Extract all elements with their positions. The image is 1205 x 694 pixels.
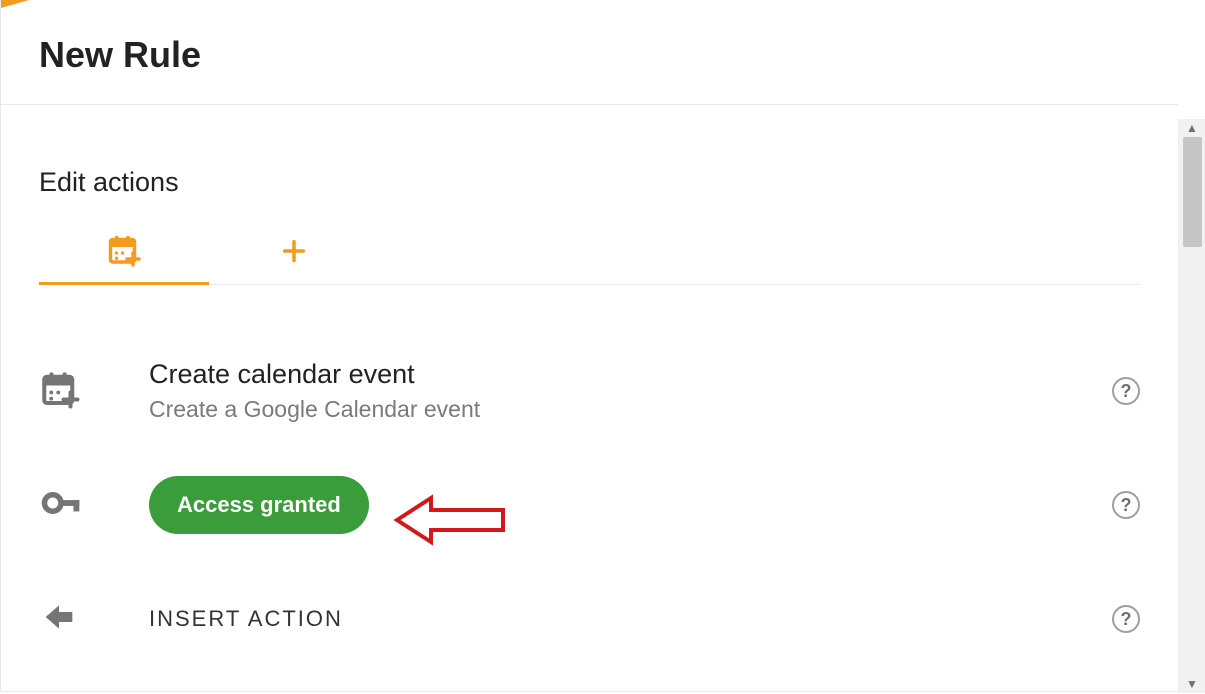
calendar-add-icon — [39, 368, 81, 415]
action-row-access: Access granted ? — [39, 445, 1140, 541]
help-icon[interactable]: ? — [1112, 377, 1140, 405]
key-icon — [39, 481, 83, 530]
modal-header: New Rule — [1, 0, 1178, 105]
chip-label: Access granted — [177, 492, 341, 518]
scroll-down-arrow-icon[interactable]: ▼ — [1179, 675, 1205, 693]
accent-corner — [1, 0, 29, 8]
tab-add-action[interactable] — [209, 222, 379, 284]
vertical-scrollbar[interactable]: ▲ ▼ — [1178, 119, 1205, 693]
action-row-calendar-event: Create calendar event Create a Google Ca… — [39, 331, 1140, 427]
arrow-left-icon — [39, 597, 79, 642]
actions-tabs — [39, 222, 1140, 285]
action-subtitle: Create a Google Calendar event — [149, 396, 480, 423]
tab-calendar-action[interactable] — [39, 223, 209, 285]
plus-icon — [280, 237, 308, 270]
section-title: Edit actions — [39, 167, 1140, 198]
access-granted-chip[interactable]: Access granted — [149, 476, 369, 534]
page-title: New Rule — [39, 34, 1140, 76]
action-row-insert[interactable]: INSERT ACTION ? — [39, 559, 1140, 655]
action-title: Create calendar event — [149, 359, 480, 390]
help-icon[interactable]: ? — [1112, 491, 1140, 519]
scrollbar-thumb[interactable] — [1183, 137, 1202, 247]
modal-body: Edit actions — [1, 119, 1178, 690]
scroll-up-arrow-icon[interactable]: ▲ — [1179, 119, 1205, 137]
new-rule-modal: New Rule Edit actions — [0, 0, 1178, 692]
calendar-add-icon — [106, 232, 142, 273]
help-icon[interactable]: ? — [1112, 605, 1140, 633]
insert-action-label: INSERT ACTION — [149, 606, 343, 632]
